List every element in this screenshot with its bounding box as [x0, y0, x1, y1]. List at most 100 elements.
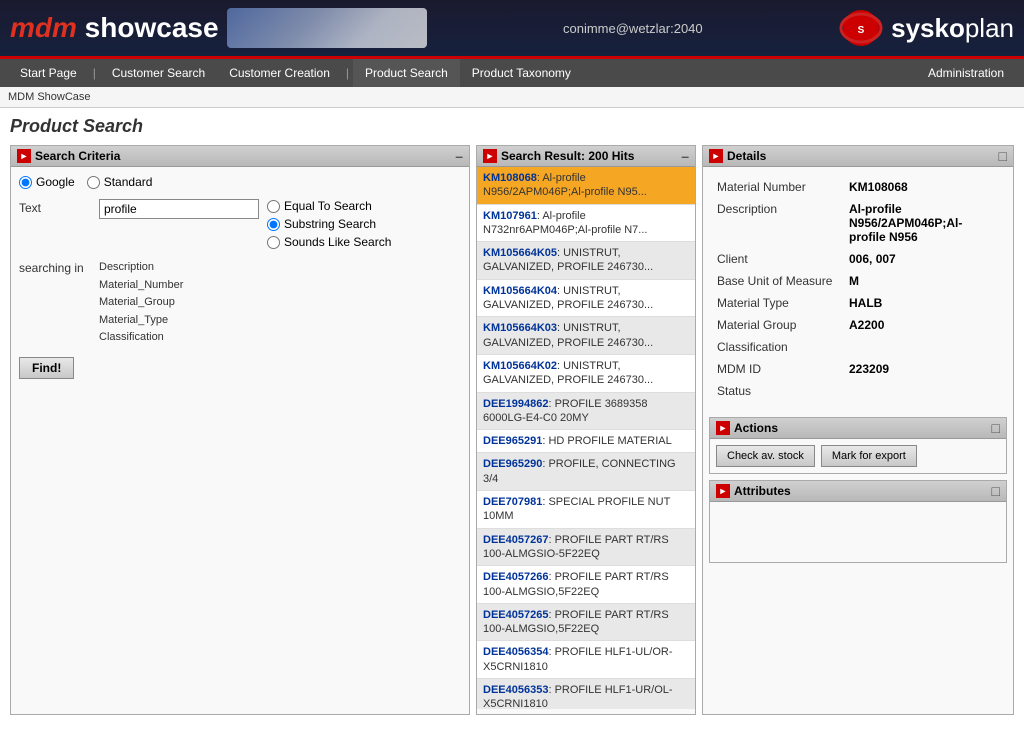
details-label: Base Unit of Measure: [713, 271, 843, 291]
radio-group: Google Standard: [19, 175, 461, 189]
details-label: Material Type: [713, 293, 843, 313]
nav-customer-search[interactable]: Customer Search: [100, 59, 217, 87]
radio-google[interactable]: Google: [19, 175, 75, 189]
details-value: [845, 337, 1003, 357]
details-label: MDM ID: [713, 359, 843, 379]
details-table: Material NumberKM108068DescriptionAl-pro…: [711, 175, 1005, 403]
logo-mdm: mdm: [10, 12, 77, 43]
nav-customer-creation[interactable]: Customer Creation: [217, 59, 342, 87]
result-item[interactable]: DEE4056353: PROFILE HLF1-UR/OL-X5CRNI181…: [477, 679, 695, 709]
breadcrumb: MDM ShowCase: [0, 87, 1024, 108]
actions-minimize[interactable]: □: [992, 421, 1000, 435]
search-field-material-number: Material_Number: [99, 277, 183, 295]
attributes-title: Attributes: [734, 484, 791, 498]
details-value: M: [845, 271, 1003, 291]
nav-product-search[interactable]: Product Search: [353, 59, 460, 87]
logo-area: mdm showcase: [10, 8, 427, 48]
radio-google-input[interactable]: [19, 176, 32, 189]
radio-standard-input[interactable]: [87, 176, 100, 189]
details-minimize[interactable]: □: [999, 149, 1007, 163]
search-field-material-group: Material_Group: [99, 294, 183, 312]
logo-showcase: showcase: [77, 12, 219, 43]
actions-title: Actions: [734, 421, 778, 435]
details-value: KM108068: [845, 177, 1003, 197]
details-row: Classification: [713, 337, 1003, 357]
details-row: DescriptionAl-profile N956/2APM046P;Al-p…: [713, 199, 1003, 247]
result-item[interactable]: DEE4057267: PROFILE PART RT/RS 100-ALMGS…: [477, 529, 695, 567]
search-criteria-title: Search Criteria: [35, 149, 120, 163]
search-results-panel: ► Search Result: 200 Hits – KM108068: Al…: [476, 145, 696, 715]
logo: mdm showcase: [10, 12, 219, 44]
equal-to-radio[interactable]: [267, 200, 280, 213]
substring-label: Substring Search: [284, 217, 376, 231]
nav-product-taxonomy[interactable]: Product Taxonomy: [460, 59, 583, 87]
nav-administration[interactable]: Administration: [916, 59, 1016, 87]
check-stock-button[interactable]: Check av. stock: [716, 445, 815, 467]
results-list[interactable]: KM108068: Al-profile N956/2APM046P;Al-pr…: [477, 167, 695, 709]
searching-in-list: Description Material_Number Material_Gro…: [99, 259, 183, 347]
page-title: Product Search: [10, 116, 1014, 137]
substring-search-option[interactable]: Substring Search: [267, 217, 391, 231]
result-item[interactable]: KM105664K04: UNISTRUT, GALVANIZED, PROFI…: [477, 280, 695, 318]
search-results-title: Search Result: 200 Hits: [501, 149, 634, 163]
equal-to-label: Equal To Search: [284, 199, 372, 213]
equal-to-search-option[interactable]: Equal To Search: [267, 199, 391, 213]
search-results-header: ► Search Result: 200 Hits –: [477, 146, 695, 167]
radio-standard[interactable]: Standard: [87, 175, 153, 189]
details-label: Description: [713, 199, 843, 247]
sounds-like-option[interactable]: Sounds Like Search: [267, 235, 391, 249]
details-header: ► Details □: [703, 146, 1013, 167]
result-item[interactable]: DEE4057266: PROFILE PART RT/RS 100-ALMGS…: [477, 566, 695, 604]
result-item[interactable]: DEE965291: HD PROFILE MATERIAL: [477, 430, 695, 453]
search-criteria-header: ► Search Criteria –: [11, 146, 469, 167]
result-item[interactable]: KM105664K02: UNISTRUT, GALVANIZED, PROFI…: [477, 355, 695, 393]
attributes-header: ► Attributes □: [710, 481, 1006, 502]
mark-export-button[interactable]: Mark for export: [821, 445, 917, 467]
details-value: 006, 007: [845, 249, 1003, 269]
actions-section: ► Actions □ Check av. stock Mark for exp…: [709, 417, 1007, 474]
details-row: Base Unit of MeasureM: [713, 271, 1003, 291]
result-item[interactable]: DEE965290: PROFILE, CONNECTING 3/4: [477, 453, 695, 491]
sounds-like-radio[interactable]: [267, 236, 280, 249]
details-row: Client006, 007: [713, 249, 1003, 269]
details-row: Status: [713, 381, 1003, 401]
details-value: Al-profile N956/2APM046P;Al-profile N956: [845, 199, 1003, 247]
text-field-label: Text: [19, 199, 99, 215]
nav-start-page[interactable]: Start Page: [8, 59, 89, 87]
details-body: Material NumberKM108068DescriptionAl-pro…: [703, 167, 1013, 411]
details-label: Material Number: [713, 177, 843, 197]
action-buttons: Check av. stock Mark for export: [710, 439, 1006, 473]
search-criteria-body: Google Standard Text Equal To Search: [11, 167, 469, 387]
result-item[interactable]: KM108068: Al-profile N956/2APM046P;Al-pr…: [477, 167, 695, 205]
result-item[interactable]: KM107961: Al-profile N732nr6APM046P;Al-p…: [477, 205, 695, 243]
details-row: Material TypeHALB: [713, 293, 1003, 313]
search-criteria-minimize[interactable]: –: [455, 149, 463, 163]
text-search-input[interactable]: [99, 199, 259, 219]
sounds-like-label: Sounds Like Search: [284, 235, 391, 249]
search-field-description: Description: [99, 259, 183, 277]
search-results-minimize[interactable]: –: [681, 149, 689, 163]
substring-radio[interactable]: [267, 218, 280, 231]
attributes-minimize[interactable]: □: [992, 484, 1000, 498]
actions-icon: ►: [716, 421, 730, 435]
result-item[interactable]: DEE707981: SPECIAL PROFILE NUT 10MM: [477, 491, 695, 529]
page-content: Product Search ► Search Criteria – Googl…: [0, 108, 1024, 723]
sysko-plan-text: syskoplan: [891, 13, 1014, 44]
search-field-classification: Classification: [99, 329, 183, 347]
attributes-icon: ►: [716, 484, 730, 498]
details-label: Material Group: [713, 315, 843, 335]
result-item[interactable]: DEE4057265: PROFILE PART RT/RS 100-ALMGS…: [477, 604, 695, 642]
result-item[interactable]: DEE1994862: PROFILE 3689358 6000LG-E4-C0…: [477, 393, 695, 431]
svg-text:S: S: [858, 25, 865, 36]
user-info: conimme@wetzlar:2040: [563, 21, 703, 36]
result-item[interactable]: DEE4056354: PROFILE HLF1-UL/OR-X5CRNI181…: [477, 641, 695, 679]
attributes-body: [710, 502, 1006, 562]
details-panel: ► Details □ Material NumberKM108068Descr…: [702, 145, 1014, 715]
search-criteria-panel: ► Search Criteria – Google Standard: [10, 145, 470, 715]
search-criteria-icon: ►: [17, 149, 31, 163]
result-item[interactable]: KM105664K05: UNISTRUT, GALVANIZED, PROFI…: [477, 242, 695, 280]
search-results-icon: ►: [483, 149, 497, 163]
result-item[interactable]: KM105664K03: UNISTRUT, GALVANIZED, PROFI…: [477, 317, 695, 355]
search-field-material-type: Material_Type: [99, 312, 183, 330]
find-button[interactable]: Find!: [19, 357, 74, 379]
